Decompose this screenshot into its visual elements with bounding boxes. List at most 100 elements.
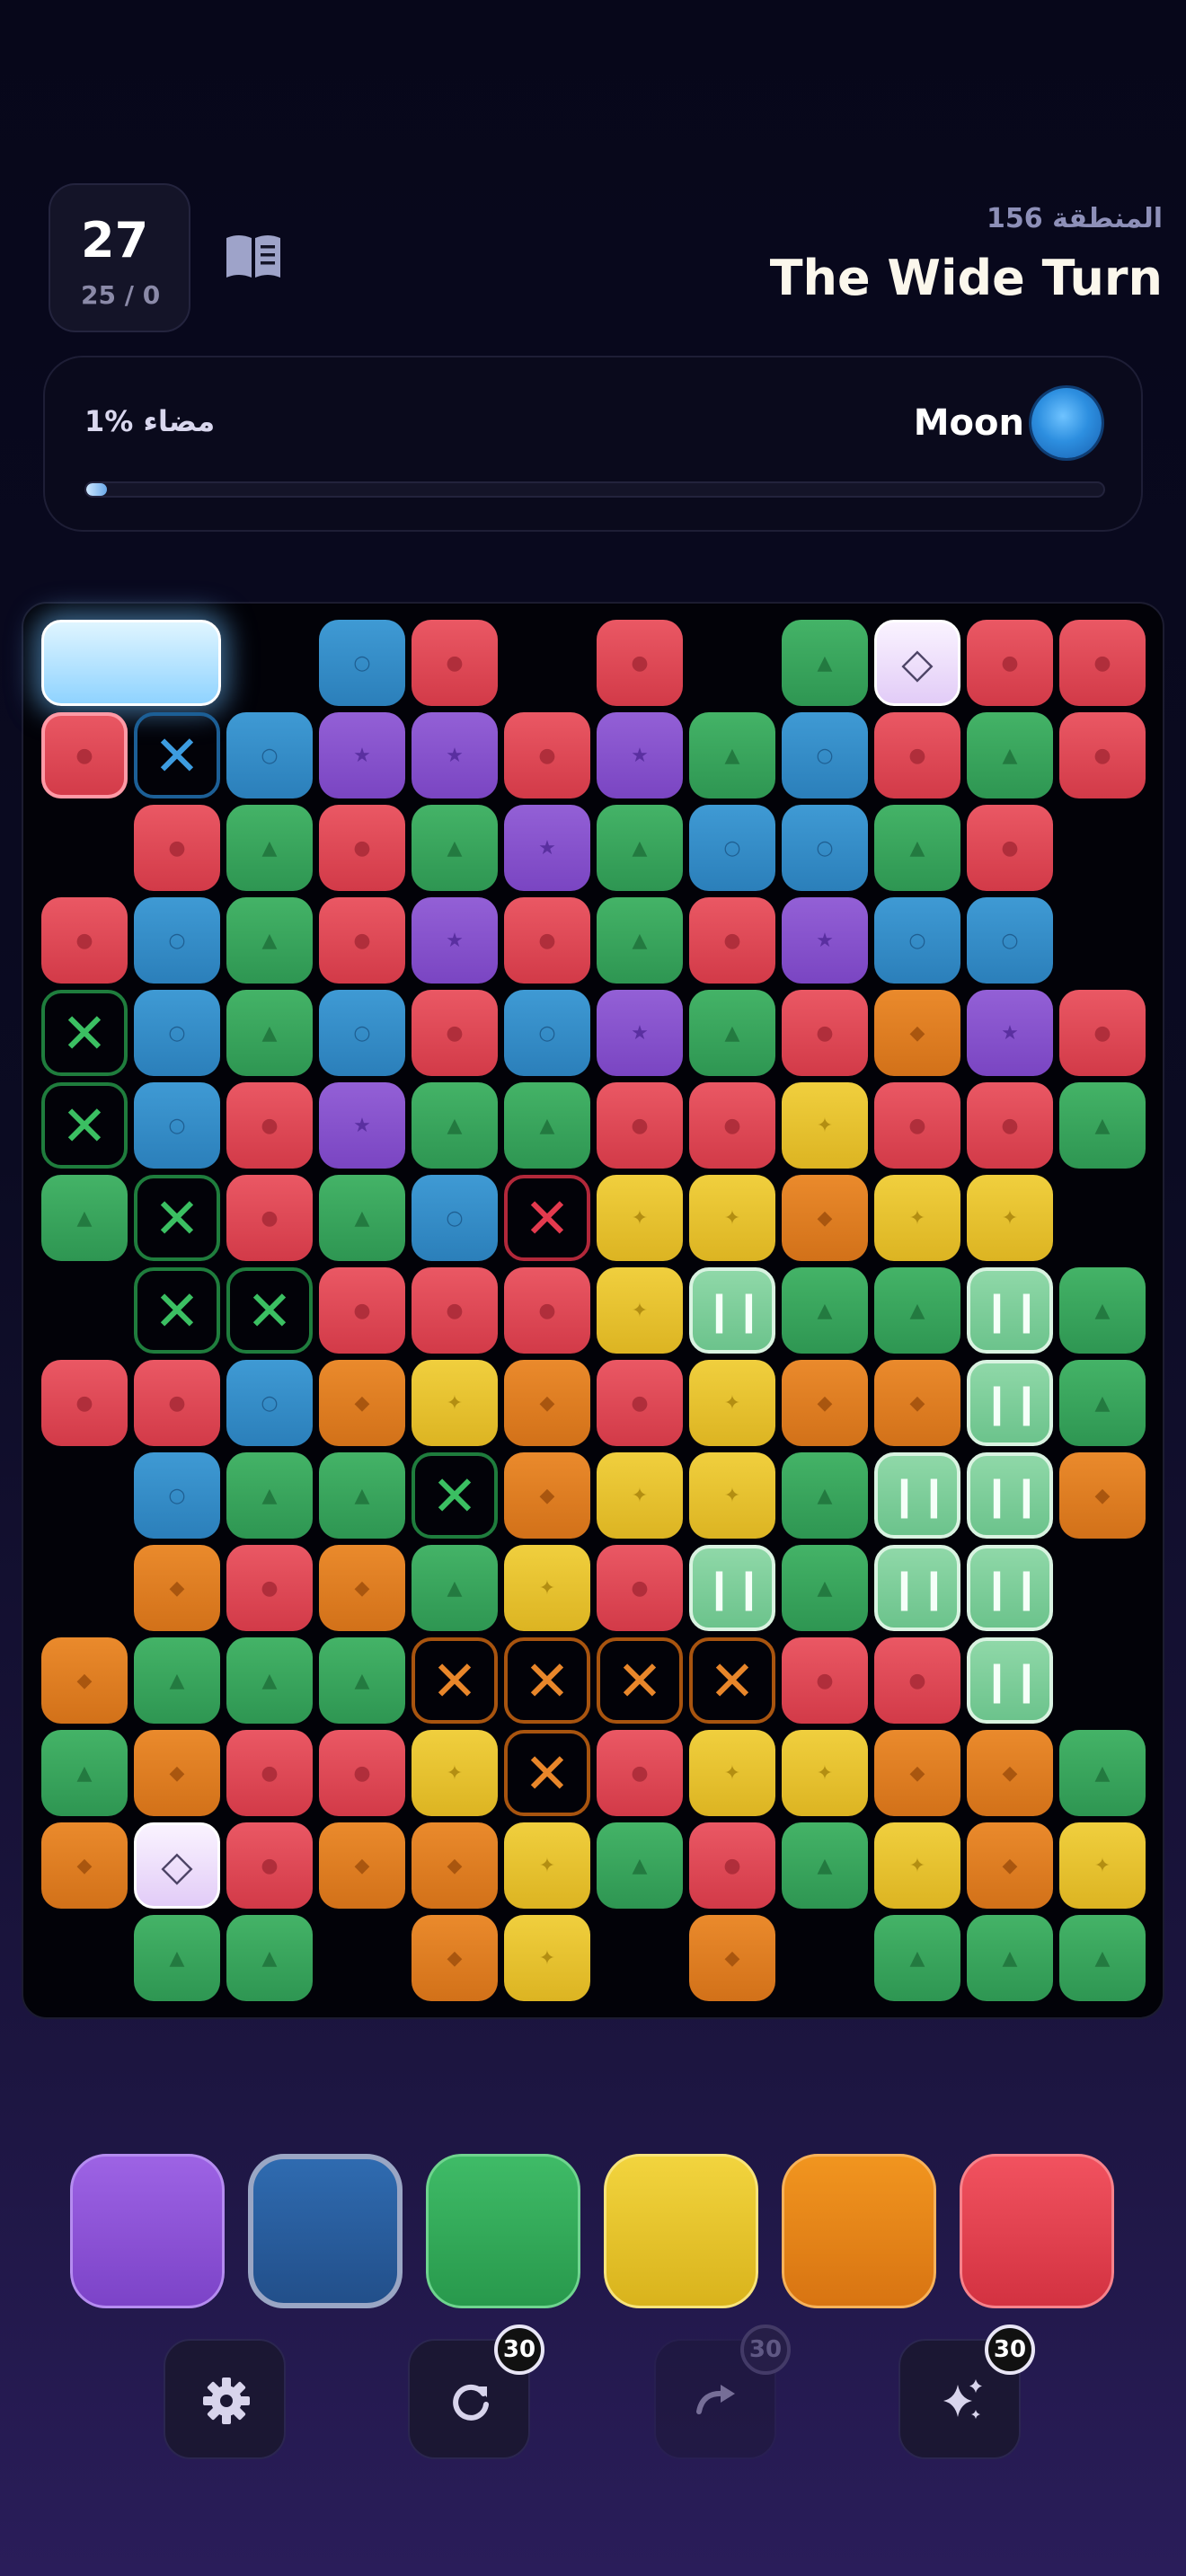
blue-tile[interactable]: ○ <box>319 990 405 1076</box>
blue-tile[interactable]: ○ <box>134 1452 220 1539</box>
blue-tile[interactable]: ○ <box>134 1082 220 1169</box>
green-tile[interactable]: ▲ <box>782 1267 868 1354</box>
green-tile[interactable]: ▲ <box>504 1082 590 1169</box>
red-tile[interactable]: ● <box>319 1730 405 1816</box>
green-tile[interactable]: ▲ <box>967 1915 1053 2001</box>
cleared-marker-tile[interactable]: ✕ <box>597 1637 683 1724</box>
book-icon[interactable] <box>223 229 284 283</box>
hint-button[interactable]: 30 <box>898 2325 1035 2459</box>
green-tile[interactable]: ▲ <box>319 1637 405 1724</box>
yellow-tile[interactable]: ✦ <box>1059 1822 1146 1909</box>
red-tile[interactable]: ● <box>874 1082 960 1169</box>
blue-tile[interactable]: ○ <box>226 1360 313 1446</box>
blue-tile[interactable]: ○ <box>967 897 1053 984</box>
red-tile[interactable]: ● <box>874 712 960 798</box>
red-tile[interactable]: ● <box>504 1267 590 1354</box>
red-tile[interactable]: ● <box>319 1267 405 1354</box>
cleared-marker-tile[interactable]: ✕ <box>134 712 220 798</box>
red-tile[interactable]: ● <box>597 620 683 706</box>
purple-tile[interactable]: ★ <box>597 990 683 1076</box>
orange-tile[interactable]: ◆ <box>134 1730 220 1816</box>
purple-tile[interactable]: ★ <box>597 712 683 798</box>
blue-tile[interactable]: ○ <box>874 897 960 984</box>
diamond-special-tile[interactable]: ◇ <box>134 1822 220 1909</box>
purple-tile[interactable]: ★ <box>504 805 590 891</box>
settings-button[interactable] <box>164 2339 286 2459</box>
color-swatch-orange[interactable] <box>782 2154 936 2308</box>
orange-tile[interactable]: ◆ <box>1059 1452 1146 1539</box>
cleared-marker-tile[interactable]: ✕ <box>689 1637 775 1724</box>
yellow-tile[interactable]: ✦ <box>412 1730 498 1816</box>
paused-tile[interactable]: ❙❙ <box>689 1545 775 1631</box>
red-tile[interactable]: ● <box>689 1082 775 1169</box>
blue-tile[interactable]: ○ <box>319 620 405 706</box>
green-tile[interactable]: ▲ <box>134 1637 220 1724</box>
green-tile[interactable]: ▲ <box>967 712 1053 798</box>
yellow-tile[interactable]: ✦ <box>597 1175 683 1261</box>
red-tile[interactable]: ● <box>226 1082 313 1169</box>
yellow-tile[interactable]: ✦ <box>782 1730 868 1816</box>
red-tile[interactable]: ● <box>1059 620 1146 706</box>
green-tile[interactable]: ▲ <box>689 990 775 1076</box>
paused-tile[interactable]: ❙❙ <box>967 1637 1053 1724</box>
yellow-tile[interactable]: ✦ <box>689 1175 775 1261</box>
red-tile[interactable]: ● <box>782 1637 868 1724</box>
green-tile[interactable]: ▲ <box>412 1082 498 1169</box>
green-tile[interactable]: ▲ <box>1059 1360 1146 1446</box>
yellow-tile[interactable]: ✦ <box>597 1452 683 1539</box>
green-tile[interactable]: ▲ <box>1059 1730 1146 1816</box>
green-tile[interactable]: ▲ <box>874 805 960 891</box>
red-tile[interactable]: ● <box>226 1175 313 1261</box>
yellow-tile[interactable]: ✦ <box>597 1267 683 1354</box>
cleared-marker-tile[interactable]: ✕ <box>134 1175 220 1261</box>
diamond-special-tile[interactable]: ◇ <box>874 620 960 706</box>
green-tile[interactable]: ▲ <box>319 1175 405 1261</box>
orange-tile[interactable]: ◆ <box>782 1175 868 1261</box>
green-tile[interactable]: ▲ <box>874 1267 960 1354</box>
red-tile[interactable]: ● <box>597 1360 683 1446</box>
undo-button[interactable]: 30 <box>408 2325 544 2459</box>
green-tile[interactable]: ▲ <box>226 990 313 1076</box>
green-tile[interactable]: ▲ <box>597 897 683 984</box>
orange-tile[interactable]: ◆ <box>319 1545 405 1631</box>
paused-tile[interactable]: ❙❙ <box>967 1360 1053 1446</box>
red-tile[interactable]: ● <box>967 805 1053 891</box>
red-tile[interactable]: ● <box>689 1822 775 1909</box>
color-swatch-yellow[interactable] <box>604 2154 758 2308</box>
green-tile[interactable]: ▲ <box>782 1545 868 1631</box>
red-tile[interactable]: ● <box>689 897 775 984</box>
yellow-tile[interactable]: ✦ <box>689 1360 775 1446</box>
green-tile[interactable]: ▲ <box>782 620 868 706</box>
green-tile[interactable]: ▲ <box>226 805 313 891</box>
red-tile[interactable]: ● <box>782 990 868 1076</box>
orange-tile[interactable]: ◆ <box>967 1822 1053 1909</box>
red-tile[interactable]: ● <box>134 1360 220 1446</box>
orange-tile[interactable]: ◆ <box>874 1360 960 1446</box>
purple-tile[interactable]: ★ <box>319 1082 405 1169</box>
green-tile[interactable]: ▲ <box>689 712 775 798</box>
red-tile[interactable]: ● <box>967 620 1053 706</box>
blue-tile[interactable]: ○ <box>689 805 775 891</box>
blue-tile[interactable]: ○ <box>782 712 868 798</box>
green-tile[interactable]: ▲ <box>134 1915 220 2001</box>
orange-tile[interactable]: ◆ <box>782 1360 868 1446</box>
yellow-tile[interactable]: ✦ <box>412 1360 498 1446</box>
red-tile[interactable]: ● <box>319 805 405 891</box>
paused-tile[interactable]: ❙❙ <box>874 1545 960 1631</box>
yellow-tile[interactable]: ✦ <box>874 1175 960 1261</box>
color-swatch-red[interactable] <box>960 2154 1114 2308</box>
red-tile[interactable]: ● <box>226 1545 313 1631</box>
red-tile[interactable]: ● <box>504 712 590 798</box>
redo-button[interactable]: 30 <box>654 2325 791 2459</box>
game-board[interactable]: ○ ● ● ▲ ◇ ● ● ● ✕ ○ ★ ★ ● ★ ▲ ○ ● ▲ ● ● ▲ ● ▲ ★ ▲ ○ ○ ▲ ● ● ○ ▲ ● ★ ● ▲ ● ★ ○ ○… <box>22 602 1164 2019</box>
red-tile[interactable]: ● <box>319 897 405 984</box>
green-tile[interactable]: ▲ <box>226 1915 313 2001</box>
green-tile[interactable]: ▲ <box>41 1730 128 1816</box>
yellow-tile[interactable]: ✦ <box>689 1452 775 1539</box>
orange-tile[interactable]: ◆ <box>874 1730 960 1816</box>
red-tile[interactable]: ● <box>41 1360 128 1446</box>
color-swatch-purple[interactable] <box>70 2154 225 2308</box>
red-tile[interactable]: ● <box>41 897 128 984</box>
cleared-marker-tile[interactable]: ✕ <box>504 1730 590 1816</box>
red-tile[interactable]: ● <box>504 897 590 984</box>
